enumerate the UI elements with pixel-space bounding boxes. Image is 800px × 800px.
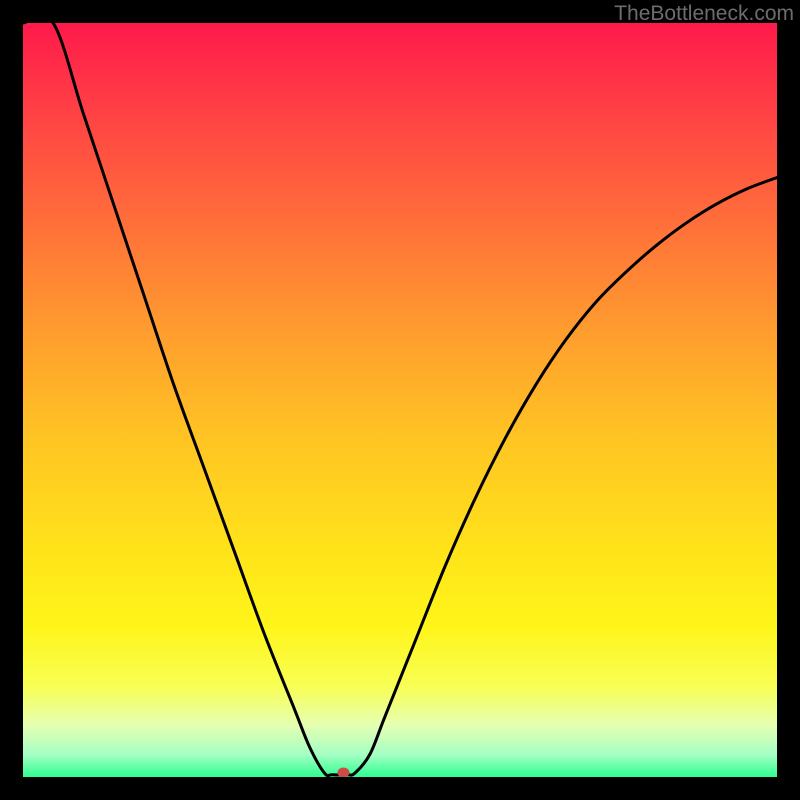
- watermark-text: TheBottleneck.com: [614, 2, 794, 26]
- chart-background: [23, 23, 777, 777]
- chart-frame: [23, 23, 777, 777]
- chart-svg: [23, 23, 777, 777]
